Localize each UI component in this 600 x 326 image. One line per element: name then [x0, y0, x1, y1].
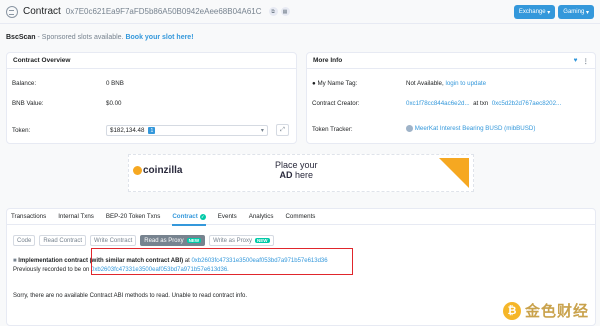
balance-value: 0 BNB: [106, 80, 124, 87]
exchange-button[interactable]: Exchange ▾: [513, 5, 556, 19]
impl-label: Implementation contract: [18, 258, 88, 264]
exchange-label: Exchange: [518, 9, 546, 15]
tracker-label: Token Tracker:: [312, 126, 353, 133]
creator-value: 0xc1f78cc844ac6e2d... at txn 0xc5d2b2d76…: [406, 100, 561, 107]
ad-line-1: Place your: [275, 160, 318, 170]
name-tag-text: Not Available,: [406, 80, 444, 87]
login-link[interactable]: login to update: [445, 80, 486, 87]
highlight-box: [91, 248, 353, 275]
ad-text: Place your AD here: [275, 160, 318, 180]
more-info-header: More Info ♥ ⋮: [307, 53, 595, 69]
token-label: Token:: [12, 127, 31, 134]
balance-label: Balance:: [12, 80, 37, 87]
ad-brand: coinzilla: [143, 165, 183, 176]
verified-check-icon: ✓: [199, 213, 206, 220]
watermark: ₿ 金色财经: [502, 300, 589, 321]
creator-address-link[interactable]: 0xc1f78cc844ac6e2d...: [406, 100, 470, 107]
token-count-badge: 1: [148, 127, 156, 134]
subtab-write-as-proxy[interactable]: Write as Proxy NEW: [209, 235, 274, 246]
contract-subtabs: Code Read Contract Write Contract Read a…: [13, 235, 278, 246]
tab-bar: Transactions Internal Txns BEP-20 Token …: [7, 209, 595, 226]
top-bar: Contract 0x7E0c621Ea9F7aFD5b86A50B0942eA…: [0, 0, 600, 24]
no-methods-message: Sorry, there are no available Contract A…: [13, 293, 248, 299]
subtab-read-contract[interactable]: Read Contract: [39, 235, 87, 246]
sponsor-text: - Sponsored slots available.: [35, 34, 124, 41]
chevron-down-icon: ▾: [260, 127, 264, 134]
prev-label: Previously recorded to be on: [13, 267, 92, 273]
book-slot-link[interactable]: Book your slot here!: [125, 34, 193, 41]
ad-line-2b: here: [292, 170, 314, 180]
tab-analytics[interactable]: Analytics: [249, 209, 274, 225]
gaming-button[interactable]: Gaming ▾: [558, 5, 594, 19]
ad-corner-graphic: [439, 158, 469, 188]
token-logo-icon: [406, 125, 413, 132]
new-badge: NEW: [186, 238, 202, 243]
tab-transactions[interactable]: Transactions: [11, 209, 46, 225]
write-proxy-label: Write as Proxy: [213, 237, 253, 244]
gaming-label: Gaming: [563, 9, 585, 15]
watermark-logo-icon: ₿: [502, 301, 521, 320]
more-info-title: More Info: [313, 57, 343, 64]
sponsor-line: BscScan - Sponsored slots available. Boo…: [6, 34, 194, 41]
token-value: $182,134.48: [110, 127, 145, 134]
more-icon[interactable]: ⋮: [583, 57, 590, 65]
contract-icon: [6, 5, 18, 18]
heart-icon[interactable]: ♥: [574, 57, 578, 64]
info-icon: ■: [13, 258, 17, 264]
ad-line-2a: AD: [279, 170, 293, 180]
sponsor-brand: BscScan: [6, 34, 36, 41]
header-buttons: Exchange ▾ Gaming ▾: [511, 5, 594, 19]
tab-contract-label: Contract: [172, 213, 198, 220]
creator-txn-link[interactable]: 0xc5d2b2d767aec8202...: [492, 100, 562, 107]
bnb-value: $0.00: [106, 100, 122, 107]
token-tracker-link[interactable]: MeerKat Interest Bearing BUSD (mibBUSD): [415, 125, 536, 132]
tab-bep20-token-txns[interactable]: BEP-20 Token Txns: [106, 209, 160, 225]
tab-comments[interactable]: Comments: [285, 209, 315, 225]
contract-address: 0x7E0c621Ea9F7aFD5b86A50B0942eAee68B04A6…: [65, 7, 262, 16]
tab-events[interactable]: Events: [218, 209, 237, 225]
tracker-value: MeerKat Interest Bearing BUSD (mibBUSD): [406, 125, 535, 132]
coinzilla-logo-icon: [133, 166, 142, 175]
subtab-write-contract[interactable]: Write Contract: [90, 235, 137, 246]
new-badge-2: NEW: [255, 238, 270, 243]
overview-title: Contract Overview: [7, 53, 296, 69]
name-tag-label: ● My Name Tag:: [312, 80, 358, 87]
qr-code-icon[interactable]: ▦: [280, 7, 290, 16]
subtab-code[interactable]: Code: [13, 235, 36, 246]
tab-internal-txns[interactable]: Internal Txns: [58, 209, 94, 225]
ad-line-2: AD here: [275, 170, 318, 180]
contract-tabs-card: Transactions Internal Txns BEP-20 Token …: [6, 208, 596, 326]
creator-label: Contract Creator:: [312, 100, 360, 107]
page-title: Contract: [23, 6, 61, 17]
name-tag-value: Not Available, login to update: [406, 80, 486, 87]
subtab-read-as-proxy[interactable]: Read as Proxy NEW: [140, 235, 206, 246]
bnb-value-label: BNB Value:: [12, 100, 44, 107]
token-dropdown[interactable]: $182,134.48 1 ▾: [106, 125, 268, 136]
read-proxy-label: Read as Proxy: [144, 237, 184, 244]
watermark-text: 金色财经: [524, 303, 589, 320]
expand-icon[interactable]: ⤢: [276, 124, 289, 136]
creator-at: at txn: [473, 100, 489, 107]
tab-contract[interactable]: Contract ✓: [172, 209, 207, 226]
ad-banner[interactable]: coinzilla Place your AD here: [128, 154, 474, 192]
copy-icon[interactable]: ⧉: [268, 7, 278, 16]
name-tag-label-text: My Name Tag:: [317, 80, 358, 87]
